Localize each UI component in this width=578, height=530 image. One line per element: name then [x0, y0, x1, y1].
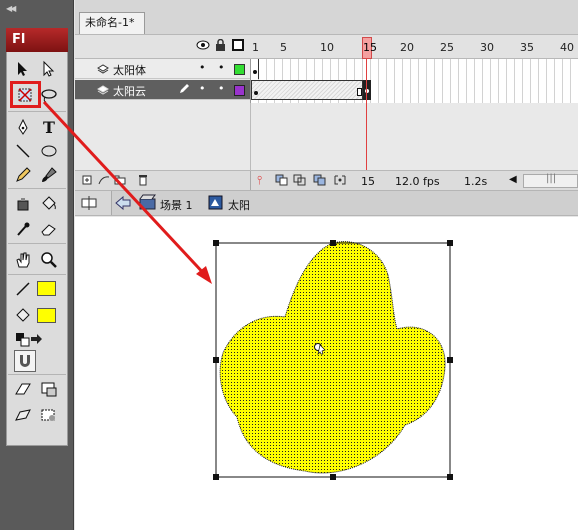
- annotation-arrow: [42, 100, 212, 284]
